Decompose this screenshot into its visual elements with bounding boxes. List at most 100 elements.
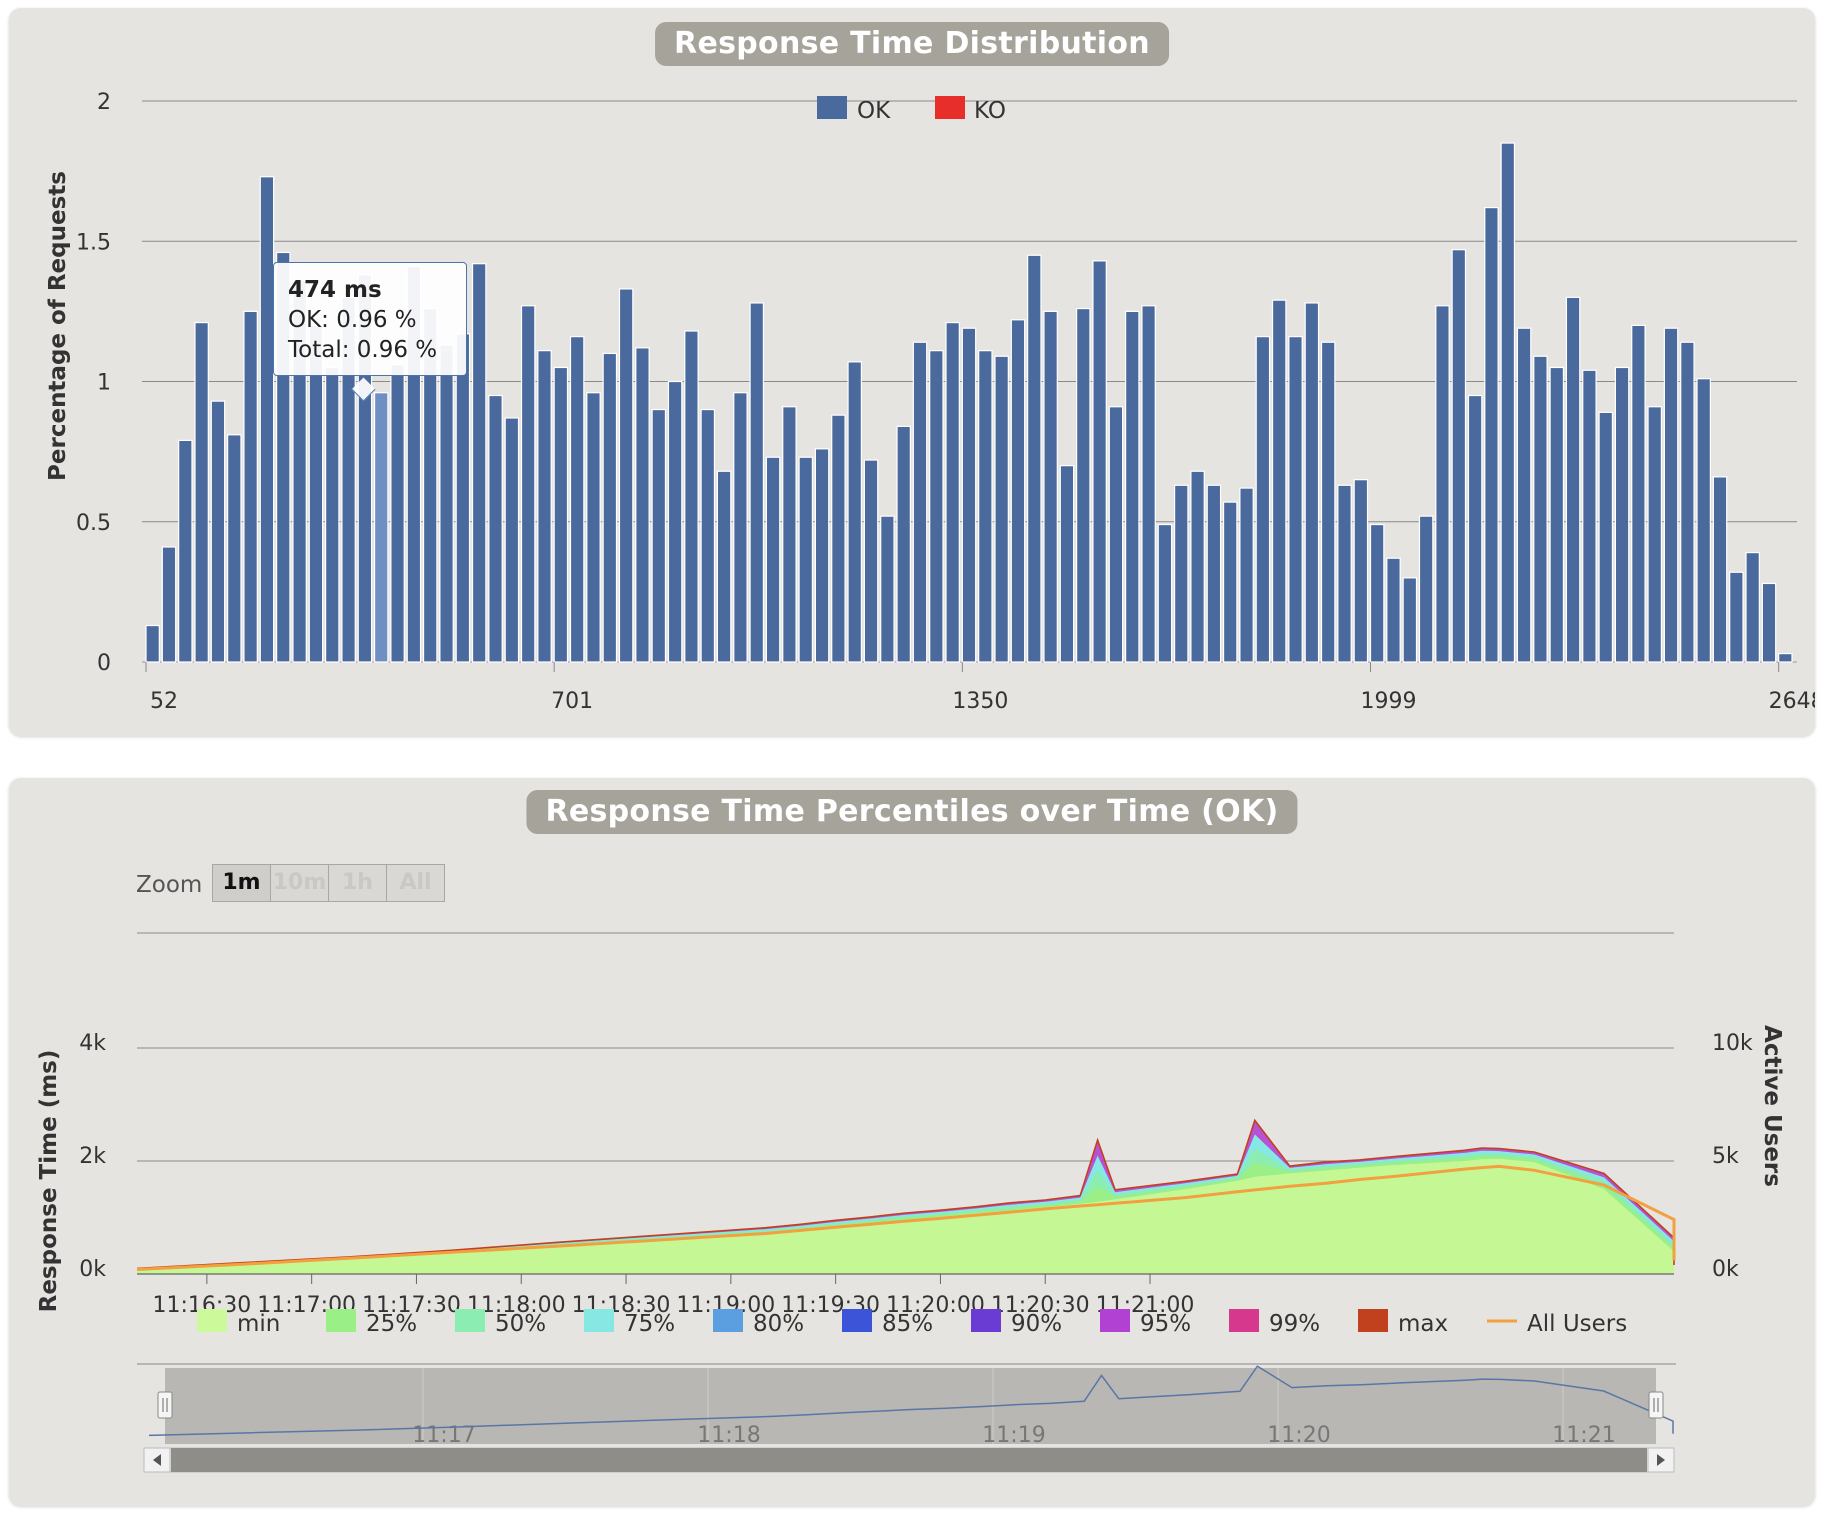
bar[interactable]	[1680, 341, 1695, 663]
bar[interactable]	[259, 176, 275, 663]
bar[interactable]	[537, 350, 552, 663]
legend-swatch-25pct[interactable]	[326, 1309, 356, 1332]
bar[interactable]	[782, 406, 797, 663]
bar[interactable]	[1222, 501, 1238, 663]
bar[interactable]	[1027, 254, 1042, 663]
bar[interactable]	[929, 350, 944, 663]
legend-swatch-max[interactable]	[1358, 1309, 1388, 1332]
bar[interactable]	[488, 394, 503, 663]
bar[interactable]	[831, 414, 846, 663]
bar[interactable]	[161, 546, 177, 663]
legend-swatch-80pct[interactable]	[713, 1309, 743, 1332]
bar[interactable]	[1353, 479, 1369, 663]
bar[interactable]	[1255, 336, 1271, 663]
bar[interactable]	[1598, 411, 1614, 663]
legend-label-75pct[interactable]: 75%	[624, 1311, 675, 1337]
bar[interactable]	[733, 392, 748, 663]
bar[interactable]	[210, 400, 226, 663]
legend-label-99pct[interactable]: 99%	[1269, 1311, 1320, 1337]
bar[interactable]	[1304, 302, 1320, 663]
bar[interactable]	[1467, 394, 1483, 663]
bar[interactable]	[847, 361, 862, 663]
bar[interactable]	[716, 470, 732, 663]
bar[interactable]	[227, 434, 242, 663]
bar[interactable]	[1745, 552, 1760, 663]
bar[interactable]	[520, 305, 536, 663]
navigator-window[interactable]	[165, 1368, 1656, 1444]
legend-swatch-75pct[interactable]	[584, 1309, 614, 1332]
bar[interactable]	[1386, 557, 1401, 663]
legend-swatch-50pct[interactable]	[455, 1309, 485, 1332]
legend-label-ok[interactable]: OK	[857, 98, 891, 124]
bar[interactable]	[1239, 487, 1254, 663]
bar[interactable]	[994, 355, 1009, 663]
bar[interactable]	[324, 366, 340, 663]
bar[interactable]	[912, 341, 928, 663]
bar[interactable]	[1778, 652, 1793, 663]
bar[interactable]	[1549, 366, 1565, 663]
bar[interactable]	[439, 344, 454, 663]
bar[interactable]	[1761, 582, 1777, 663]
bar[interactable]	[1729, 571, 1744, 663]
bar[interactable]	[1076, 307, 1091, 663]
bar[interactable]	[1451, 249, 1467, 663]
legend-swatch-85pct[interactable]	[842, 1309, 872, 1332]
legend-swatch-min[interactable]	[197, 1309, 227, 1332]
bar[interactable]	[504, 417, 520, 663]
bar[interactable]	[635, 347, 650, 663]
bar[interactable]	[1108, 406, 1124, 663]
bar[interactable]	[945, 321, 960, 663]
legend-label-80pct[interactable]: 80%	[753, 1311, 804, 1337]
bar[interactable]	[765, 456, 781, 663]
legend-label-max[interactable]: max	[1398, 1311, 1448, 1337]
bar[interactable]	[1631, 324, 1646, 663]
bar[interactable]	[700, 408, 716, 663]
bar[interactable]	[1647, 406, 1662, 663]
bar[interactable]	[471, 263, 487, 663]
bar[interactable]	[1712, 476, 1728, 663]
legend-label-50pct[interactable]: 50%	[495, 1311, 546, 1337]
bar[interactable]	[178, 439, 193, 663]
navigator-left-handle[interactable]	[157, 1391, 173, 1419]
legend-label-90pct[interactable]: 90%	[1011, 1311, 1062, 1337]
bar[interactable]	[1157, 523, 1173, 663]
legend-label-min[interactable]: min	[237, 1311, 280, 1337]
bar[interactable]	[1614, 366, 1630, 663]
legend-swatch-ok[interactable]	[817, 96, 847, 119]
bar[interactable]	[880, 515, 895, 663]
bar[interactable]	[602, 352, 618, 663]
bar[interactable]	[1043, 310, 1058, 663]
bar[interactable]	[863, 459, 879, 663]
bar[interactable]	[618, 288, 634, 663]
legend-label-ko[interactable]: KO	[974, 98, 1006, 124]
bar[interactable]	[1337, 484, 1352, 663]
navigator[interactable]: 11:17 11:18 11:19 11:20 11:21	[137, 1363, 1676, 1473]
legend-swatch-90pct[interactable]	[971, 1309, 1001, 1332]
bar[interactable]	[1059, 465, 1075, 663]
bar[interactable]	[1565, 296, 1581, 663]
legend-swatch-99pct[interactable]	[1229, 1309, 1259, 1332]
bar[interactable]	[194, 321, 209, 663]
bar[interactable]	[798, 456, 813, 663]
bar[interactable]	[896, 425, 911, 663]
legend-label-25pct[interactable]: 25%	[366, 1311, 417, 1337]
bar[interactable]	[1190, 470, 1205, 663]
bar[interactable]	[455, 333, 471, 663]
bar[interactable]	[1663, 327, 1679, 663]
bar[interactable]	[978, 350, 993, 663]
bar[interactable]	[1320, 341, 1336, 663]
bar[interactable]	[651, 408, 667, 663]
bar[interactable]	[553, 366, 569, 663]
bar[interactable]	[569, 336, 585, 663]
bar[interactable]	[373, 392, 389, 663]
bar[interactable]	[1533, 355, 1548, 663]
bar[interactable]	[1402, 577, 1418, 663]
bar[interactable]	[749, 302, 765, 663]
bar[interactable]	[1516, 327, 1532, 663]
bar[interactable]	[684, 330, 699, 663]
bar[interactable]	[814, 448, 830, 663]
bar[interactable]	[1696, 378, 1711, 663]
bar[interactable]	[1271, 299, 1287, 663]
scrollbar-thumb[interactable]	[171, 1448, 1647, 1472]
bar[interactable]	[1141, 305, 1156, 663]
